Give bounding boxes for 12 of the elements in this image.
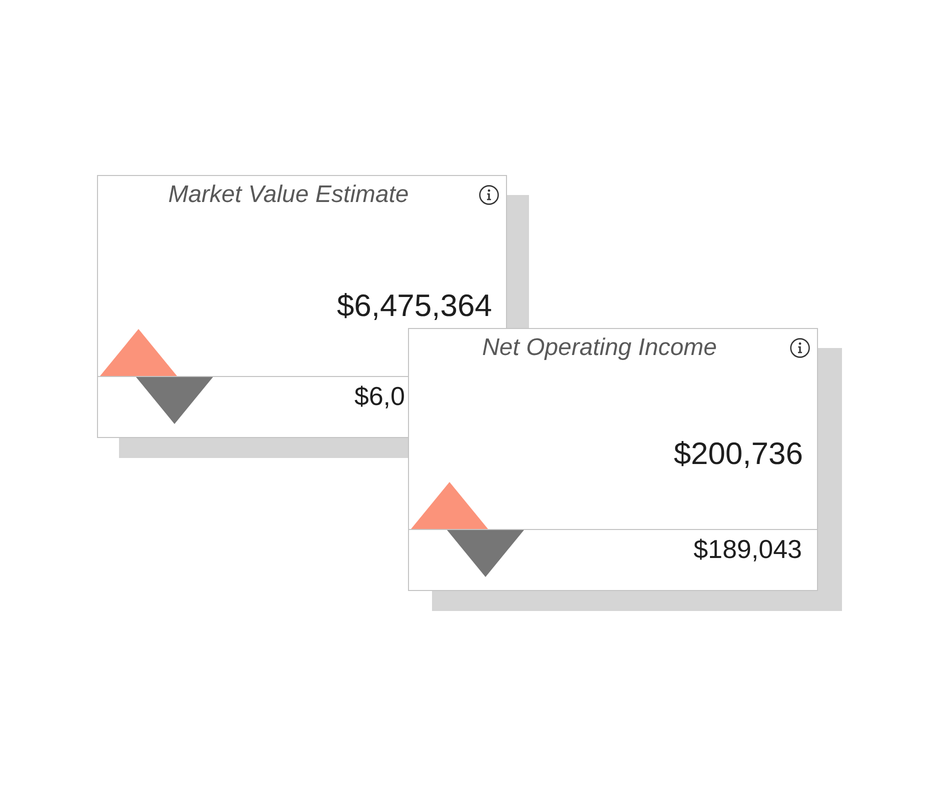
up-triangle-icon [100,329,177,376]
comparison-value: $189,043 [694,534,802,565]
down-triangle-icon [136,377,213,424]
metric-value: $200,736 [674,435,803,472]
info-icon[interactable] [479,185,499,205]
metric-value: $6,475,364 [336,287,492,324]
info-icon[interactable] [790,338,810,358]
card-title: Market Value Estimate [168,180,409,209]
down-triangle-icon [447,530,524,577]
comparison-value: $6,0 [354,381,405,412]
up-triangle-icon [411,482,488,529]
card-title: Net Operating Income [482,333,717,362]
